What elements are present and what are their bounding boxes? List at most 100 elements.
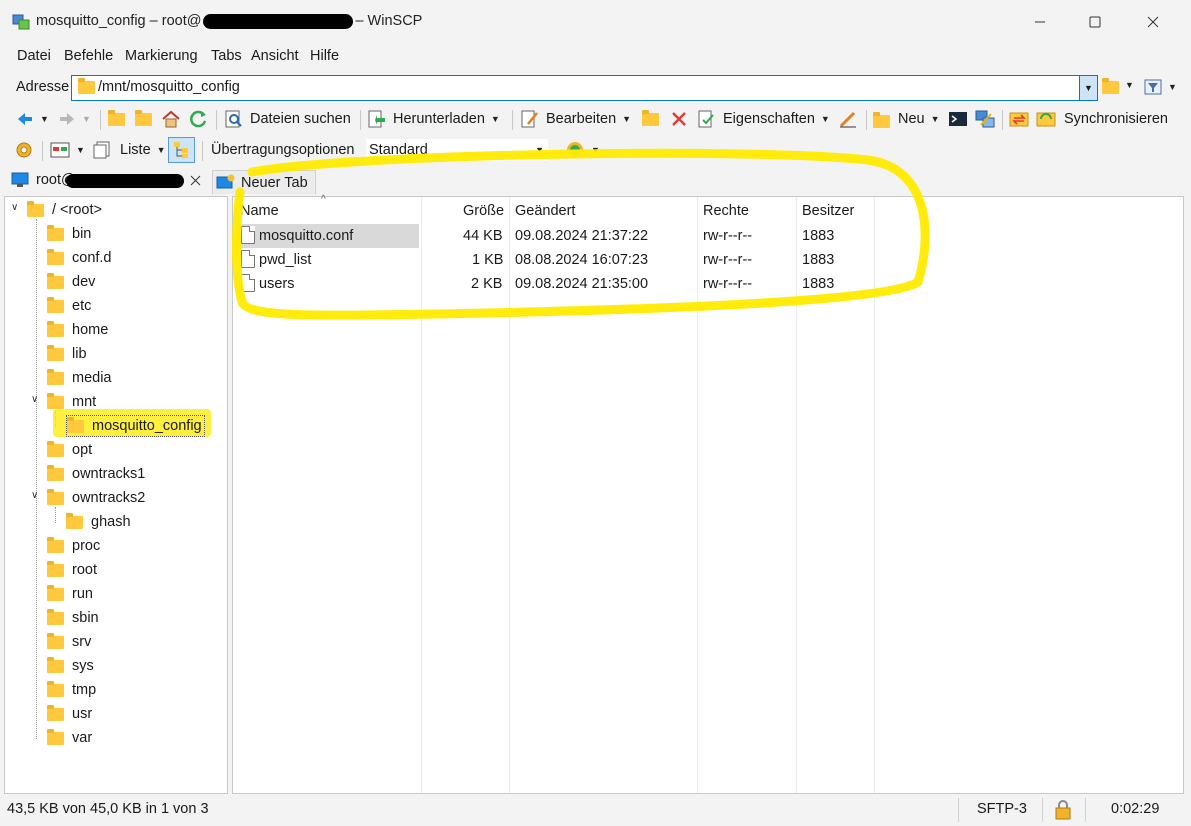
tree-item-proc[interactable]: proc [47,535,100,557]
filter-button[interactable]: ▼ [1144,78,1177,96]
file-owner: 1883 [802,252,835,268]
sort-ascending-icon: ^ [321,194,326,205]
tree-item-mosquitto-config[interactable]: mosquitto_config [66,415,205,437]
transfer-options-select[interactable]: Standard ▼ [366,139,548,161]
menu-tabs[interactable]: Tabs [211,48,242,64]
tab-new[interactable]: Neuer Tab [212,170,316,194]
tree-item-root-dir[interactable]: root [47,559,97,581]
properties-icon [698,110,714,128]
open-folder-button[interactable]: ▼ [1102,78,1134,94]
compare-directories-button[interactable] [1009,108,1031,130]
rename-button[interactable] [838,108,858,130]
tree-item-media[interactable]: media [47,367,112,389]
table-row[interactable]: pwd_list 1 KB 08.08.2024 16:07:23 rw-r--… [233,248,1183,272]
status-protocol: SFTP-3 [977,801,1027,817]
file-icon [241,274,255,292]
tree-item-label: mnt [72,394,97,410]
find-files-icon [225,110,242,128]
tree-item-home[interactable]: home [47,319,108,341]
tree-item-label: owntracks1 [72,466,146,482]
chevron-down-icon[interactable]: ∨ [31,490,38,501]
terminal-button[interactable] [948,108,968,130]
chevron-down-icon[interactable]: ∨ [31,394,38,405]
file-rights: rw-r--r-- [703,276,753,292]
tree-item-label: run [72,586,93,602]
status-selection: 43,5 KB von 45,0 KB in 1 von 3 [7,801,209,817]
close-tab-icon[interactable] [190,175,201,186]
view-mode-button[interactable]: Liste ▼ [92,139,166,161]
tree-item-label: sbin [72,610,99,626]
tree-item-sbin[interactable]: sbin [47,607,99,629]
copy-button[interactable] [642,108,659,130]
new-button[interactable]: Neu ▼ [873,108,940,130]
menu-befehle[interactable]: Befehle [64,48,113,64]
folder-icon [47,248,64,265]
preferences-button[interactable] [14,139,34,161]
address-dropdown-button[interactable]: ▼ [1079,76,1097,100]
tree-toggle-button[interactable] [168,137,195,163]
tree-item-usr[interactable]: usr [47,703,92,725]
filter-icon [1144,79,1162,95]
edit-button[interactable]: Bearbeiten ▼ [520,108,631,130]
column-header-owner[interactable]: Besitzer [802,203,854,219]
tab-session[interactable]: root@ [0,168,210,194]
directory-tree[interactable]: ∨ / <root> bin conf.d dev etc home lib m… [4,196,228,794]
address-input[interactable]: /mnt/mosquitto_config ▼ [71,75,1098,101]
home-icon [162,110,180,128]
tree-item-label: opt [72,442,93,458]
lock-icon[interactable] [1054,800,1072,820]
file-list[interactable]: Name ^ Größe Geändert Rechte Besitzer mo… [232,194,1184,794]
properties-button[interactable]: Eigenschaften ▼ [697,108,830,130]
chevron-down-icon[interactable]: ∨ [11,202,18,213]
parent-directory-button[interactable] [108,108,125,130]
layout-button[interactable]: ▼ [50,139,85,161]
column-header-rights[interactable]: Rechte [703,203,749,219]
tree-item-opt[interactable]: opt [47,439,92,461]
column-header-name[interactable]: Name [240,203,279,219]
minimize-button[interactable] [1017,6,1063,38]
back-button[interactable]: ▼ [16,108,49,130]
menu-markierung[interactable]: Markierung [125,48,198,64]
menu-hilfe[interactable]: Hilfe [310,48,339,64]
find-files-button[interactable]: Dateien suchen [224,108,351,130]
download-button[interactable]: Herunterladen ▼ [367,108,500,130]
forward-button[interactable]: ▼ [58,108,91,130]
file-rights: rw-r--r-- [703,228,753,244]
tree-item-conf-d[interactable]: conf.d [47,247,112,269]
tree-item-owntracks1[interactable]: owntracks1 [47,463,145,485]
root-directory-button[interactable] [135,108,152,130]
tree-item-bin[interactable]: bin [47,223,91,245]
column-header-size[interactable]: Größe [463,203,504,219]
maximize-button[interactable] [1072,6,1118,38]
queue-button[interactable]: ▼ [565,139,600,161]
close-button[interactable] [1130,6,1176,38]
table-row[interactable]: mosquitto.conf 44 KB 09.08.2024 21:37:22… [233,224,1183,248]
tree-item-owntracks2[interactable]: owntracks2 [47,487,145,509]
tree-item-dev[interactable]: dev [47,271,95,293]
tree-item-var[interactable]: var [47,727,92,749]
home-directory-button[interactable] [161,108,181,130]
tree-item-etc[interactable]: etc [47,295,91,317]
tree-item-lib[interactable]: lib [47,343,87,365]
folder-icon [47,728,64,745]
column-header-modified[interactable]: Geändert [515,203,575,219]
find-files-label: Dateien suchen [250,111,351,127]
refresh-button[interactable] [188,108,208,130]
folder-icon [47,344,64,361]
tree-item-ghash[interactable]: ghash [66,511,131,533]
table-row[interactable]: users 2 KB 09.08.2024 21:35:00 rw-r--r--… [233,272,1183,296]
tree-item-sys[interactable]: sys [47,655,94,677]
synchronize-button[interactable]: Synchronisieren [1036,108,1168,130]
layout-icon [50,142,70,158]
open-folder-icon [1102,78,1119,94]
tree-item-tmp[interactable]: tmp [47,679,96,701]
tree-item-root[interactable]: / <root> [27,199,102,221]
delete-button[interactable] [670,108,688,130]
file-name: pwd_list [259,252,312,268]
menu-ansicht[interactable]: Ansicht [251,48,299,64]
file-rights: rw-r--r-- [703,252,753,268]
tree-item-run[interactable]: run [47,583,93,605]
tree-item-srv[interactable]: srv [47,631,91,653]
putty-button[interactable] [975,108,995,130]
menu-datei[interactable]: Datei [17,48,51,64]
